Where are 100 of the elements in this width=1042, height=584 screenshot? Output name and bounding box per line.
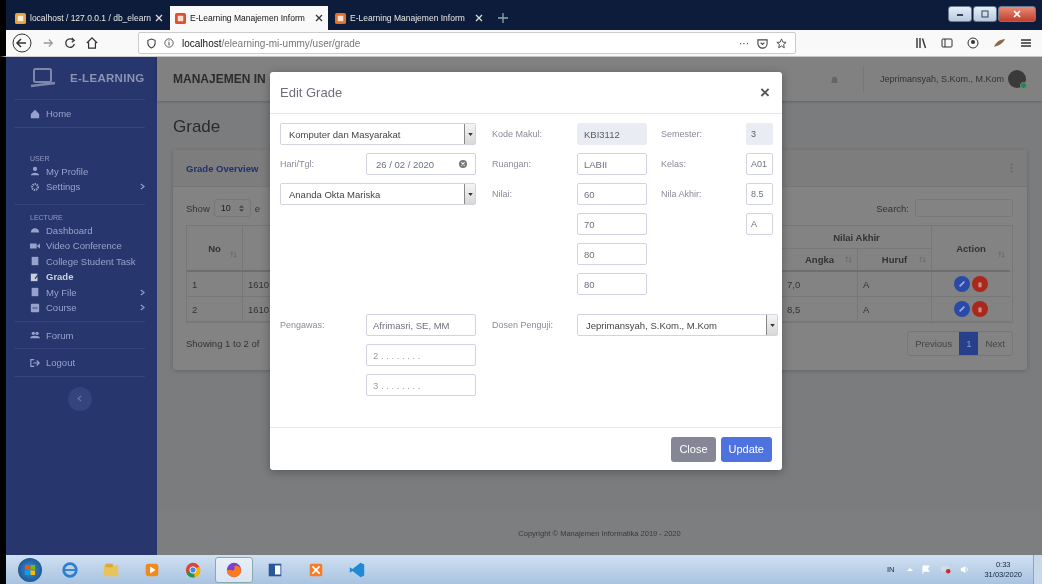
sidebar-item[interactable]: Course xyxy=(30,300,145,316)
page-link[interactable]: 1 xyxy=(959,332,979,355)
maximize-button[interactable] xyxy=(973,6,997,22)
close-icon xyxy=(1012,10,1022,18)
delete-button[interactable] xyxy=(972,276,988,292)
sidebar-icon[interactable] xyxy=(941,37,953,49)
search-label: Search: xyxy=(876,202,909,214)
column-header[interactable]: Action xyxy=(932,226,1010,272)
entries-select[interactable]: 10 xyxy=(213,199,251,217)
close-button[interactable]: × xyxy=(760,84,770,101)
examiner-select[interactable]: Jeprimansyah, S.Kom., M.Kom xyxy=(577,314,778,336)
column-header[interactable]: Huruf xyxy=(858,249,932,272)
edit-icon xyxy=(30,271,40,282)
browser-tab[interactable]: E-Learning Manajemen Inform xyxy=(170,6,328,30)
input-field[interactable]: 2 . . . . . . . . xyxy=(366,344,476,366)
windows-logo-icon xyxy=(24,563,36,576)
menu-icon[interactable] xyxy=(1020,37,1032,49)
field-label: Nilai: xyxy=(492,189,513,199)
column-header[interactable]: No xyxy=(187,226,243,272)
info-icon xyxy=(164,38,174,48)
input-field[interactable]: 60 xyxy=(577,183,647,205)
avatar[interactable] xyxy=(1008,70,1026,88)
minimize-button[interactable] xyxy=(948,6,972,22)
field-label: Nila Akhir: xyxy=(661,189,703,199)
account-icon[interactable] xyxy=(967,37,979,49)
shield-icon xyxy=(147,37,156,49)
sidebar-item[interactable]: Dashboard xyxy=(30,222,145,238)
minimize-icon xyxy=(955,11,965,17)
sort-icon xyxy=(919,256,926,263)
course-select[interactable]: Komputer dan Masyarakat xyxy=(280,123,476,145)
input-field[interactable]: Afrimasri, SE, MM xyxy=(366,314,476,336)
start-button[interactable] xyxy=(18,557,42,582)
star-icon[interactable] xyxy=(776,37,787,49)
site-title: MANAJEMEN IN xyxy=(173,72,266,86)
sidebar-item[interactable]: Home xyxy=(30,106,145,122)
reload-icon[interactable] xyxy=(64,37,76,49)
sidebar-item[interactable]: Grade xyxy=(30,269,145,285)
sidebar-item[interactable]: Logout xyxy=(30,355,145,371)
input-field[interactable]: 8.5 xyxy=(746,183,773,205)
edit-button[interactable] xyxy=(954,276,970,292)
browser-tab[interactable]: E-Learning Manajemen Inform xyxy=(330,6,488,30)
browser-tab[interactable]: localhost / 127.0.0.1 / db_elearn xyxy=(10,6,168,30)
sidebar-item[interactable]: My File xyxy=(30,284,145,300)
sidebar-item[interactable]: Forum xyxy=(30,327,145,343)
input-field[interactable]: 3 . . . . . . . . xyxy=(366,374,476,396)
close-icon[interactable] xyxy=(315,14,323,22)
plus-icon[interactable] xyxy=(498,13,508,23)
file-icon xyxy=(30,256,40,267)
sidebar-item[interactable]: Video Conference xyxy=(30,238,145,254)
address-bar[interactable]: localhost/elearning-mi-ummy/user/grade ··· xyxy=(138,32,796,54)
entries-label: e xyxy=(254,202,261,214)
sidebar-item[interactable]: College Student Task xyxy=(30,253,145,269)
sidebar-item[interactable]: Settings xyxy=(30,179,145,195)
sidebar-item[interactable]: My Profile xyxy=(30,163,145,179)
file-icon xyxy=(30,287,40,298)
page-title: Grade xyxy=(173,117,221,137)
input-field[interactable]: 70 xyxy=(577,213,647,235)
pencil-icon xyxy=(958,280,966,288)
extension-icon[interactable] xyxy=(993,37,1006,49)
dialog-title: Edit Grade xyxy=(280,85,343,100)
laptop-icon xyxy=(30,67,56,89)
home-icon[interactable] xyxy=(86,37,98,49)
chevron-icon xyxy=(77,395,82,402)
folder-icon xyxy=(30,302,40,313)
user-icon xyxy=(30,166,40,177)
input-field[interactable]: A xyxy=(746,213,773,235)
caret-icon xyxy=(769,323,775,327)
table-cell: A xyxy=(858,272,932,297)
field-label: Dosen Penguji: xyxy=(492,320,555,330)
field-label: Ruangan: xyxy=(492,159,533,169)
back-icon[interactable] xyxy=(12,33,32,53)
close-button[interactable] xyxy=(998,6,1036,22)
input-field[interactable]: A01 xyxy=(746,153,773,175)
edit-button[interactable] xyxy=(954,301,970,317)
sort-icon xyxy=(845,256,852,263)
delete-button[interactable] xyxy=(972,301,988,317)
input-field[interactable]: 80 xyxy=(577,273,647,295)
forward-icon[interactable] xyxy=(42,37,54,49)
student-select[interactable]: Ananda Okta Mariska xyxy=(280,183,476,205)
date-field[interactable]: 26 / 02 / 2020 xyxy=(366,153,476,175)
trash-icon xyxy=(976,305,984,313)
clear-icon[interactable] xyxy=(459,160,467,168)
more-actions-button[interactable]: ··· xyxy=(739,37,749,49)
input-field[interactable]: 80 xyxy=(577,243,647,265)
dialog-button[interactable]: Close xyxy=(671,436,716,462)
user-name[interactable]: Jeprimansyah, S.Kom., M.Kom xyxy=(879,74,1004,84)
sort-icon xyxy=(998,251,1005,258)
users-icon xyxy=(30,330,40,341)
library-icon[interactable] xyxy=(915,37,927,49)
field-label: Semester: xyxy=(661,129,703,139)
gauge-icon xyxy=(30,225,40,236)
input-field[interactable]: LABII xyxy=(577,153,647,175)
sort-icon xyxy=(230,251,237,258)
network-icon[interactable] xyxy=(940,565,952,574)
field-label: Hari/Tgl: xyxy=(280,159,315,169)
pocket-icon[interactable] xyxy=(757,37,768,49)
favicon-icon xyxy=(175,12,186,24)
field-label: Kode Makul: xyxy=(492,129,544,139)
dialog-button[interactable]: Update xyxy=(720,436,772,462)
caret-icon xyxy=(467,132,473,136)
